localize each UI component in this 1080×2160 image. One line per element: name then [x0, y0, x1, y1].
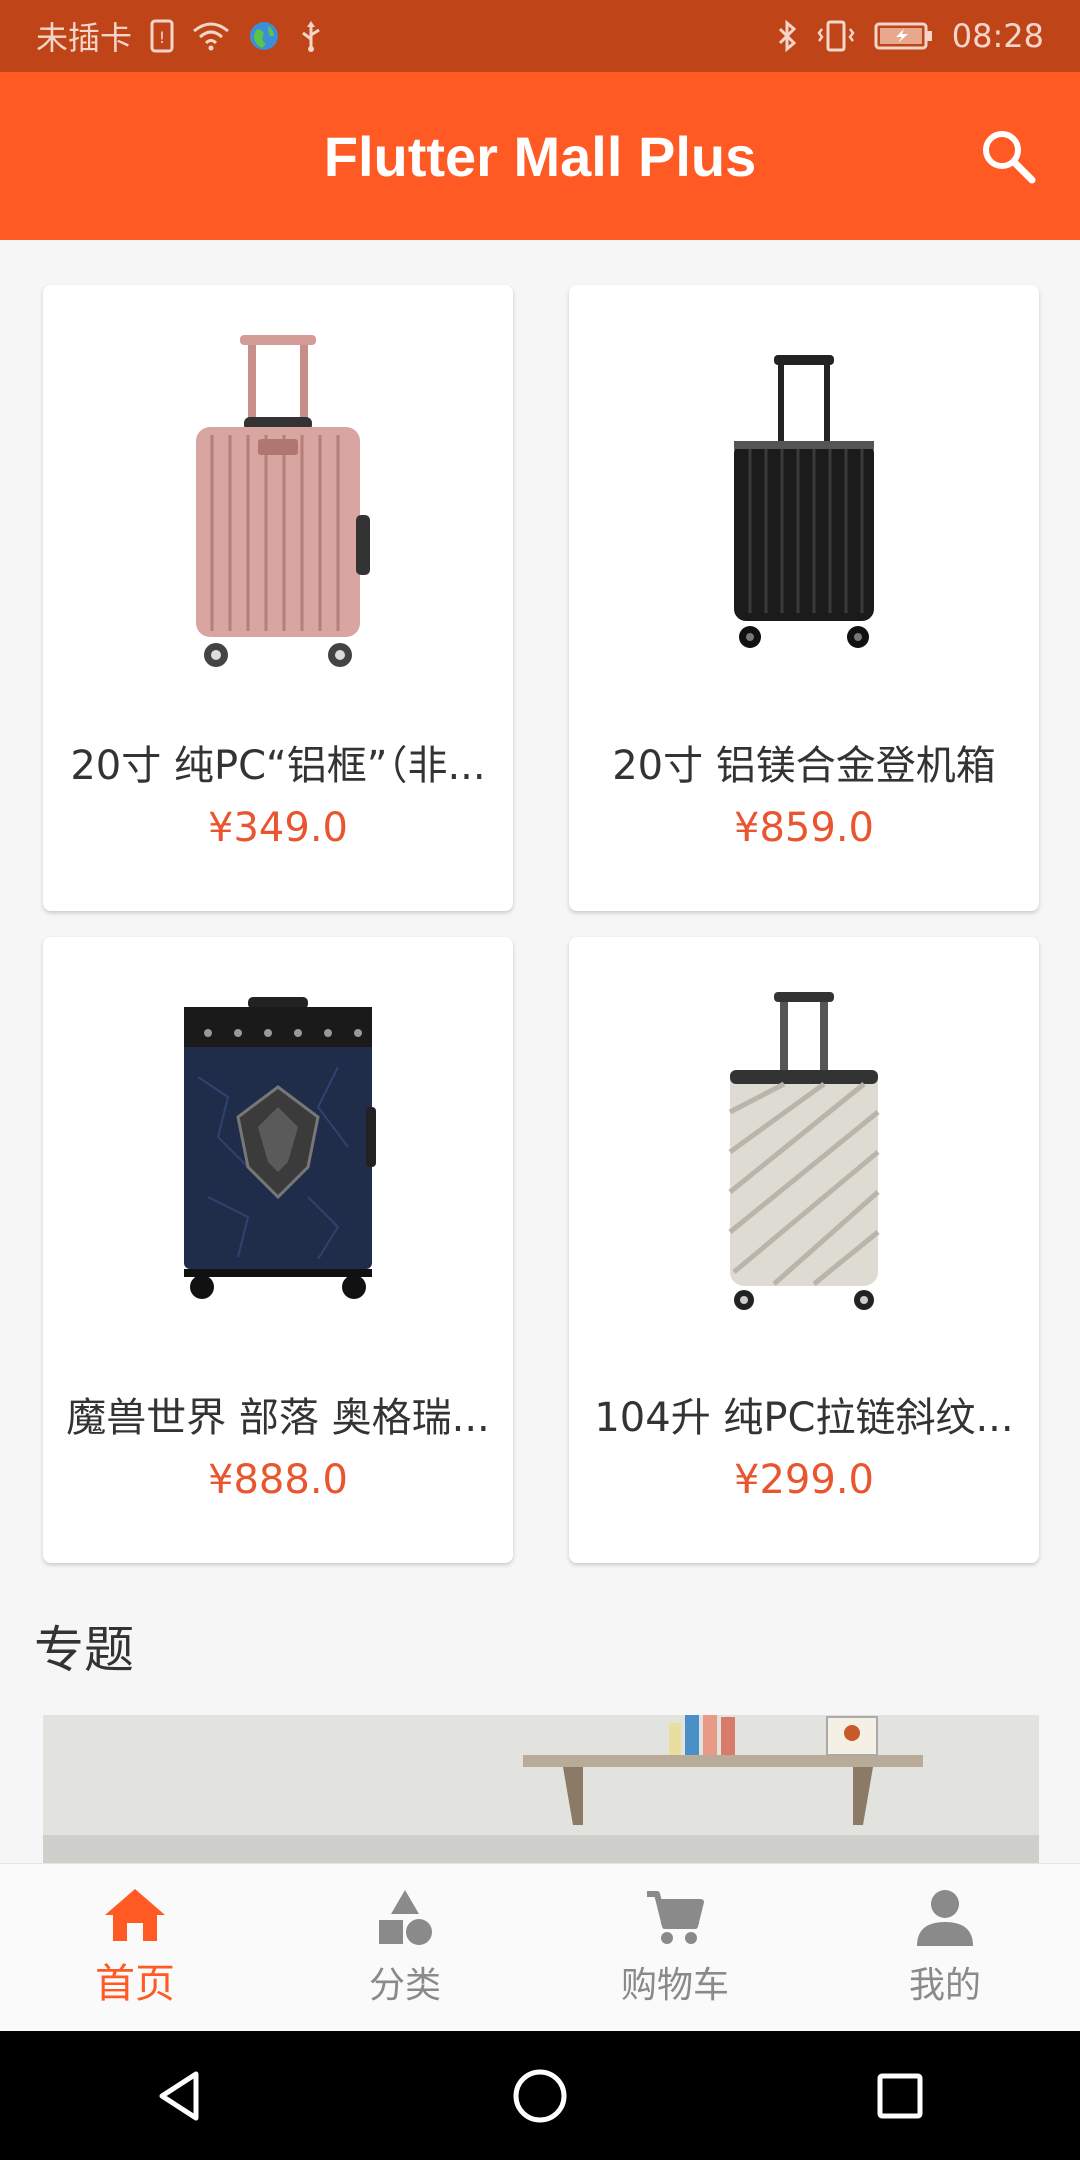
product-price: ¥859.0: [734, 805, 874, 851]
system-recents-button[interactable]: [840, 2036, 960, 2156]
nav-item-profile[interactable]: 我的: [810, 1888, 1080, 2008]
app-title: Flutter Mall Plus: [323, 124, 757, 188]
product-grid: 20寸 纯PC“铝框”（非... ¥349.0 20寸 铝镁合金登机箱 ¥859…: [43, 285, 1039, 1563]
system-nav-bar: [0, 2031, 1080, 2160]
status-bar-right: 08:28: [776, 17, 1044, 55]
nav-label: 我的: [908, 1965, 981, 2006]
topic-section-title: 专题: [34, 1621, 134, 1679]
product-image-blue-warcraft-suitcase: [43, 937, 513, 1377]
product-card[interactable]: 104升 纯PC拉链斜纹... ¥299.0: [569, 937, 1039, 1563]
recents-icon: [877, 2073, 923, 2118]
back-icon: [159, 2071, 199, 2120]
nav-label: 分类: [368, 1965, 441, 2006]
carrier-text: 未插卡: [36, 19, 133, 57]
battery-icon: [874, 21, 934, 51]
nav-label: 首页: [95, 1961, 175, 2007]
nav-label: 购物车: [620, 1965, 729, 2006]
product-name: 魔兽世界 部落 奥格瑞...: [66, 1395, 490, 1441]
clock-text: 08:28: [951, 17, 1044, 55]
screen: 未插卡 ! 08:28 Flutter Mall Plus 20寸 纯PC“铝框…: [0, 0, 1080, 2160]
cart-icon: [647, 1891, 704, 1944]
nav-item-category[interactable]: 分类: [270, 1888, 540, 2008]
bottom-nav: 首页 分类 购物车 我的: [0, 1863, 1080, 2032]
nav-item-home[interactable]: 首页: [0, 1887, 270, 2009]
home-circle-icon: [513, 2069, 567, 2122]
product-card[interactable]: 20寸 纯PC“铝框”（非... ¥349.0: [43, 285, 513, 911]
topic-banner[interactable]: [43, 1715, 1039, 1865]
product-name: 20寸 铝镁合金登机箱: [612, 743, 996, 789]
product-price: ¥888.0: [208, 1457, 348, 1503]
category-icon: [379, 1890, 432, 1945]
topic-banner-image: [43, 1715, 1039, 1865]
sim-icon: !: [150, 19, 174, 53]
product-name: 20寸 纯PC“铝框”（非...: [70, 743, 486, 789]
person-icon: [917, 1890, 973, 1946]
product-name: 104升 纯PC拉链斜纹...: [594, 1395, 1014, 1441]
product-image-pink-suitcase: [43, 285, 513, 725]
system-back-button[interactable]: [120, 2036, 240, 2156]
product-price: ¥299.0: [734, 1457, 874, 1503]
globe-icon: [248, 20, 280, 52]
wifi-icon: [192, 21, 230, 51]
system-home-button[interactable]: [480, 2036, 600, 2156]
home-icon: [105, 1889, 165, 1941]
usb-icon: [298, 19, 324, 53]
nav-item-cart[interactable]: 购物车: [540, 1888, 810, 2008]
status-bar-left: 未插卡 !: [36, 13, 324, 59]
search-button[interactable]: [976, 124, 1040, 188]
app-bar: Flutter Mall Plus: [0, 72, 1080, 240]
product-card[interactable]: 20寸 铝镁合金登机箱 ¥859.0: [569, 285, 1039, 911]
product-card[interactable]: 魔兽世界 部落 奥格瑞... ¥888.0: [43, 937, 513, 1563]
vibrate-icon: [816, 19, 856, 53]
product-image-black-suitcase: [569, 285, 1039, 725]
product-image-beige-striped-suitcase: [569, 937, 1039, 1377]
product-price: ¥349.0: [208, 805, 348, 851]
status-bar: 未插卡 ! 08:28: [0, 0, 1080, 72]
bluetooth-icon: [776, 19, 798, 53]
search-icon: [983, 131, 1036, 184]
svg-text:!: !: [159, 28, 165, 47]
